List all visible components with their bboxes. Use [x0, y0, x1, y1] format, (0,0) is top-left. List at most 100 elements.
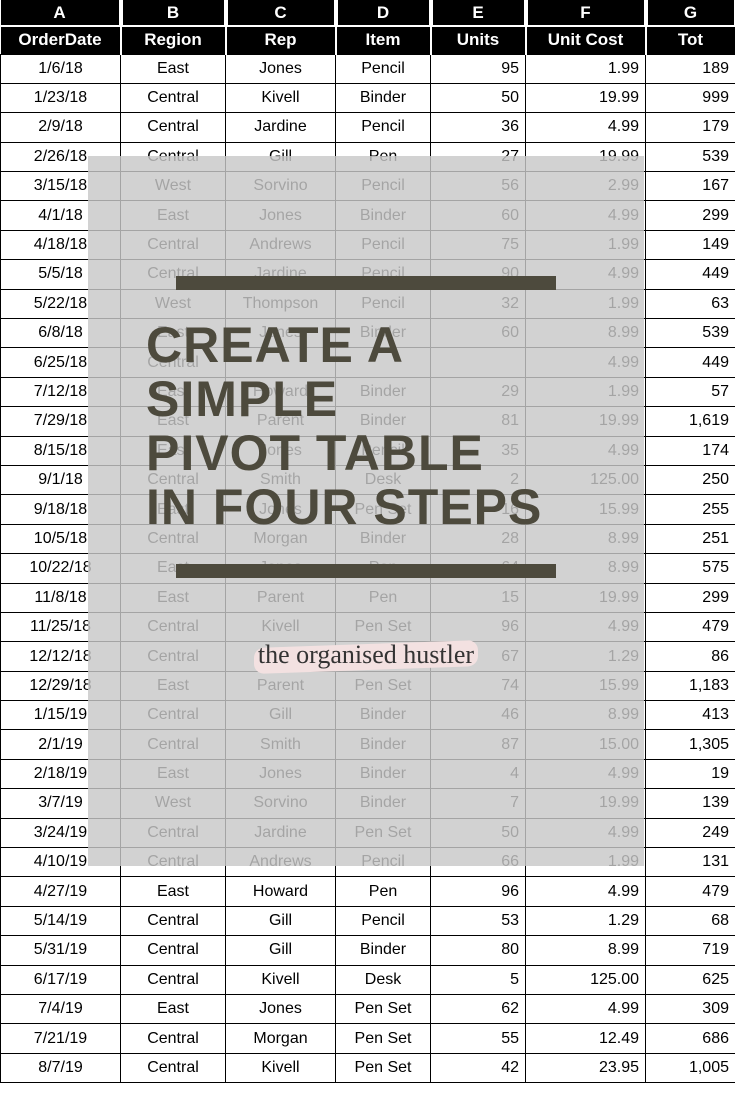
cell[interactable]: 174	[646, 436, 735, 465]
cell[interactable]: 12.49	[526, 1024, 646, 1053]
cell[interactable]: Central	[121, 1053, 226, 1082]
cell[interactable]: Gill	[226, 906, 336, 935]
cell[interactable]: 1,005	[646, 1053, 735, 1082]
cell[interactable]: 53	[431, 906, 526, 935]
cell[interactable]: Pen Set	[336, 1024, 431, 1053]
cell[interactable]: 50	[431, 83, 526, 112]
cell[interactable]: 179	[646, 113, 735, 142]
cell[interactable]: 7/4/19	[1, 995, 121, 1024]
cell[interactable]: East	[121, 995, 226, 1024]
cell[interactable]: 4/27/19	[1, 877, 121, 906]
header-cell[interactable]: Item	[336, 26, 431, 54]
cell[interactable]: 131	[646, 848, 735, 877]
cell[interactable]: Kivell	[226, 1053, 336, 1082]
cell[interactable]: 5/31/19	[1, 936, 121, 965]
cell[interactable]: 449	[646, 348, 735, 377]
cell[interactable]: Pencil	[336, 906, 431, 935]
col-letter[interactable]: G	[646, 0, 735, 26]
col-letter[interactable]: E	[431, 0, 526, 26]
cell[interactable]: East	[121, 877, 226, 906]
cell[interactable]: 449	[646, 260, 735, 289]
cell[interactable]: Central	[121, 936, 226, 965]
cell[interactable]: Kivell	[226, 965, 336, 994]
cell[interactable]: 4.99	[526, 877, 646, 906]
cell[interactable]: 6/17/19	[1, 965, 121, 994]
col-letter[interactable]: A	[1, 0, 121, 26]
cell[interactable]: 167	[646, 172, 735, 201]
cell[interactable]: Howard	[226, 877, 336, 906]
cell[interactable]: 1.99	[526, 54, 646, 83]
cell[interactable]: 36	[431, 113, 526, 142]
cell[interactable]: 575	[646, 554, 735, 583]
cell[interactable]: 299	[646, 201, 735, 230]
cell[interactable]: Desk	[336, 965, 431, 994]
cell[interactable]: Jardine	[226, 113, 336, 142]
cell[interactable]: 686	[646, 1024, 735, 1053]
cell[interactable]: 479	[646, 612, 735, 641]
cell[interactable]: Central	[121, 965, 226, 994]
cell[interactable]: 255	[646, 495, 735, 524]
cell[interactable]: 125.00	[526, 965, 646, 994]
cell[interactable]: Gill	[226, 936, 336, 965]
cell[interactable]: 413	[646, 701, 735, 730]
cell[interactable]: 42	[431, 1053, 526, 1082]
cell[interactable]: 539	[646, 142, 735, 171]
cell[interactable]: Pen Set	[336, 1053, 431, 1082]
cell[interactable]: 95	[431, 54, 526, 83]
cell[interactable]: 19	[646, 759, 735, 788]
cell[interactable]: Binder	[336, 936, 431, 965]
cell[interactable]: 2/9/18	[1, 113, 121, 142]
cell[interactable]: 139	[646, 789, 735, 818]
cell[interactable]: 249	[646, 818, 735, 847]
cell[interactable]: 63	[646, 289, 735, 318]
cell[interactable]: 7/21/19	[1, 1024, 121, 1053]
cell[interactable]: 719	[646, 936, 735, 965]
cell[interactable]: 479	[646, 877, 735, 906]
cell[interactable]: 1.29	[526, 906, 646, 935]
cell[interactable]: 1,619	[646, 407, 735, 436]
cell[interactable]: Central	[121, 83, 226, 112]
cell[interactable]: 625	[646, 965, 735, 994]
cell[interactable]: Pen Set	[336, 995, 431, 1024]
cell[interactable]: 23.95	[526, 1053, 646, 1082]
cell[interactable]: 55	[431, 1024, 526, 1053]
col-letter[interactable]: D	[336, 0, 431, 26]
cell[interactable]: 96	[431, 877, 526, 906]
cell[interactable]: 4.99	[526, 113, 646, 142]
cell[interactable]: Pencil	[336, 54, 431, 83]
cell[interactable]: 1,305	[646, 730, 735, 759]
cell[interactable]: Kivell	[226, 83, 336, 112]
cell[interactable]: Central	[121, 1024, 226, 1053]
header-cell[interactable]: Tot	[646, 26, 735, 54]
cell[interactable]: 539	[646, 319, 735, 348]
cell[interactable]: 1/23/18	[1, 83, 121, 112]
cell[interactable]: Morgan	[226, 1024, 336, 1053]
cell[interactable]: Jones	[226, 54, 336, 83]
cell[interactable]: Jones	[226, 995, 336, 1024]
cell[interactable]: 1/6/18	[1, 54, 121, 83]
cell[interactable]: 1,183	[646, 671, 735, 700]
cell[interactable]: 5	[431, 965, 526, 994]
cell[interactable]: 5/14/19	[1, 906, 121, 935]
cell[interactable]: 189	[646, 54, 735, 83]
header-cell[interactable]: Units	[431, 26, 526, 54]
cell[interactable]: 250	[646, 465, 735, 494]
cell[interactable]: Central	[121, 906, 226, 935]
header-cell[interactable]: OrderDate	[1, 26, 121, 54]
col-letter[interactable]: C	[226, 0, 336, 26]
cell[interactable]: 62	[431, 995, 526, 1024]
cell[interactable]: 57	[646, 377, 735, 406]
header-cell[interactable]: Unit Cost	[526, 26, 646, 54]
cell[interactable]: 309	[646, 995, 735, 1024]
cell[interactable]: 19.99	[526, 83, 646, 112]
cell[interactable]: Pencil	[336, 113, 431, 142]
cell[interactable]: Pen	[336, 877, 431, 906]
col-letter[interactable]: B	[121, 0, 226, 26]
cell[interactable]: 8.99	[526, 936, 646, 965]
cell[interactable]: 86	[646, 642, 735, 671]
cell[interactable]: Central	[121, 113, 226, 142]
cell[interactable]: 999	[646, 83, 735, 112]
cell[interactable]: 251	[646, 524, 735, 553]
cell[interactable]: East	[121, 54, 226, 83]
cell[interactable]: Binder	[336, 83, 431, 112]
